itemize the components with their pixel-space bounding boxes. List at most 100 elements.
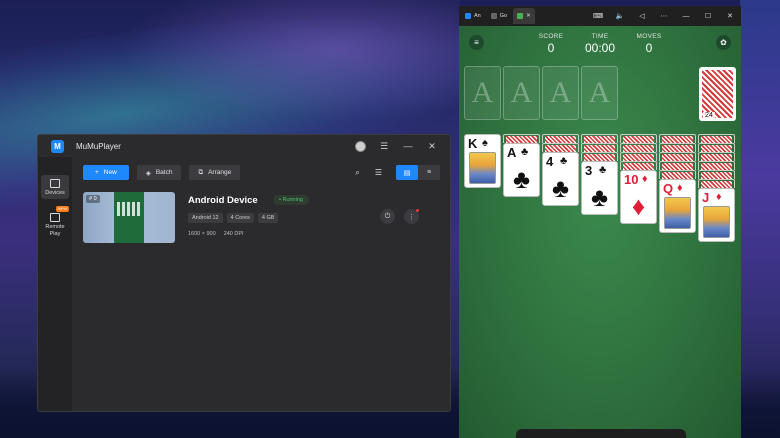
menu-button[interactable]: ☰ <box>372 135 396 157</box>
close-button[interactable]: ✕ <box>719 6 741 26</box>
arrange-icon: ⧉ <box>198 168 204 176</box>
face-down-card <box>698 143 735 152</box>
remote-play-icon <box>50 213 60 222</box>
grid-view-icon: ▤ <box>403 169 411 177</box>
foundation-pile[interactable]: A <box>503 66 540 120</box>
more-options-button[interactable]: ⋯ <box>653 6 675 26</box>
tableau-column[interactable]: Q ♦ <box>659 134 696 233</box>
keyboard-button[interactable]: ⌨ <box>587 6 609 26</box>
foundation-pile[interactable]: A <box>464 66 501 120</box>
playing-card[interactable]: 4 ♣ ♣ <box>542 152 579 206</box>
sort-button[interactable]: ☰ <box>371 165 386 180</box>
card-center-suit-icon: ♣ <box>590 182 609 212</box>
window-controls: ⌨ 🔈 ◁ ⋯ — ☐ ✕ <box>587 6 741 26</box>
card-suit-icon: ♣ <box>521 146 529 158</box>
moves-label: MOVES <box>636 33 662 40</box>
card-suit-icon: ♣ <box>599 164 607 176</box>
toolbar-right: ⌕ ☰ ▤ ≡ <box>350 165 440 180</box>
layers-icon: ◈ <box>145 169 151 177</box>
playing-card[interactable]: J ♦ <box>698 188 735 242</box>
card-center-suit-icon: ♣ <box>551 173 570 203</box>
face-down-card <box>581 152 618 161</box>
tab-close-icon[interactable]: ✕ <box>526 13 531 19</box>
card-center-suit-icon: ♦ <box>631 191 646 221</box>
face-down-card <box>620 161 657 170</box>
search-button[interactable]: ⌕ <box>350 165 365 180</box>
card-suit-icon: ♦ <box>716 191 722 203</box>
batch-button[interactable]: ◈ Batch <box>136 165 182 180</box>
time-value: 00:00 <box>584 41 616 55</box>
maximize-button[interactable]: ☐ <box>697 6 719 26</box>
stock-count: 24 <box>703 112 715 119</box>
playing-card[interactable]: K ♠ <box>464 134 501 188</box>
face-down-card <box>698 161 735 170</box>
more-button[interactable]: ⋮ <box>404 209 419 224</box>
google-tab-icon <box>490 13 497 19</box>
score-value: 0 <box>547 41 555 55</box>
device-screen-preview <box>114 192 144 243</box>
spec-memory: 4 GB <box>257 213 279 223</box>
sidebar-item-label: Remote Play <box>45 224 64 238</box>
mumu-titlebar[interactable]: M MuMuPlayer ☰ — ✕ <box>38 135 450 157</box>
spec-android: Android 12 <box>188 213 223 223</box>
new-button[interactable]: + New <box>83 165 129 180</box>
tableau-column[interactable]: 4 ♣ ♣ <box>542 134 579 206</box>
solitaire-game: ≡ ✿ SCORE 0 TIME 00:00 MOVES 0 A A A A 2… <box>459 26 741 438</box>
foundation-pile[interactable]: A <box>581 66 618 120</box>
minimize-button[interactable]: — <box>675 6 697 26</box>
hamburger-icon: ☰ <box>379 140 389 151</box>
face-down-card <box>620 134 657 143</box>
back-icon: ◁ <box>639 13 645 20</box>
tableau-column[interactable]: K ♠ <box>464 134 501 188</box>
search-icon: ⌕ <box>355 167 360 177</box>
card-suit-icon: ♦ <box>642 173 648 185</box>
sidebar-item-label: Devices <box>45 190 65 196</box>
grid-view-button[interactable]: ▤ <box>396 165 418 180</box>
maximize-icon: ☐ <box>704 13 712 20</box>
tab-google[interactable]: Go <box>487 8 511 24</box>
playing-card[interactable]: 3 ♣ ♣ <box>581 161 618 215</box>
stock-pile[interactable]: 24 <box>699 67 736 121</box>
close-button[interactable]: ✕ <box>420 135 444 157</box>
playing-card[interactable]: Q ♦ <box>659 179 696 233</box>
theme-button[interactable]: ✿ <box>716 35 731 50</box>
sidebar-item-devices[interactable]: Devices <box>41 175 69 199</box>
tableau-column[interactable]: 10 ♦ ♦ <box>620 134 657 224</box>
tab-mumu[interactable]: An <box>461 8 485 24</box>
card-rank: 4 <box>546 154 554 169</box>
face-card-art <box>664 197 691 229</box>
card-rank: 3 <box>585 163 593 178</box>
time-display: TIME 00:00 <box>579 33 621 55</box>
resolution-value: 1600 × 900 <box>188 231 216 237</box>
face-down-card <box>620 143 657 152</box>
remote-label-line2: Play <box>49 231 61 237</box>
game-menu-button[interactable]: ≡ <box>469 35 484 50</box>
volume-button[interactable]: 🔈 <box>609 6 631 26</box>
sidebar-item-remote-play[interactable]: NEW Remote Play <box>41 206 69 239</box>
face-down-card <box>581 143 618 152</box>
face-down-card <box>659 170 696 179</box>
arrange-button[interactable]: ⧉ Arrange <box>189 165 241 180</box>
card-rank: Q <box>663 181 674 196</box>
tab-solitaire[interactable]: ✕ <box>513 8 535 24</box>
tab-label: Go <box>499 13 508 19</box>
notification-dot <box>416 209 419 212</box>
spec-cores: 4 Cores <box>226 213 254 223</box>
tableau-column[interactable]: J ♦ <box>698 134 735 242</box>
playing-card[interactable]: 10 ♦ ♦ <box>620 170 657 224</box>
playing-card[interactable]: A ♣ ♣ <box>503 143 540 197</box>
account-button[interactable] <box>348 135 372 157</box>
power-button[interactable]: ⏻ <box>380 209 395 224</box>
foundation-pile[interactable]: A <box>542 66 579 120</box>
card-rank: A <box>507 145 517 160</box>
minimize-button[interactable]: — <box>396 135 420 157</box>
card-rank: K <box>468 136 478 151</box>
back-button[interactable]: ◁ <box>631 6 653 26</box>
list-view-button[interactable]: ≡ <box>418 165 440 180</box>
moves-value: 0 <box>645 41 653 55</box>
device-card[interactable]: # 0 Android Device • Running Android 12 … <box>83 192 443 246</box>
tableau-column[interactable]: A ♣ ♣ <box>503 134 540 197</box>
device-thumbnail[interactable]: # 0 <box>83 192 175 243</box>
tableau-column[interactable]: 3 ♣ ♣ <box>581 134 618 215</box>
card-rank: J <box>702 190 710 205</box>
